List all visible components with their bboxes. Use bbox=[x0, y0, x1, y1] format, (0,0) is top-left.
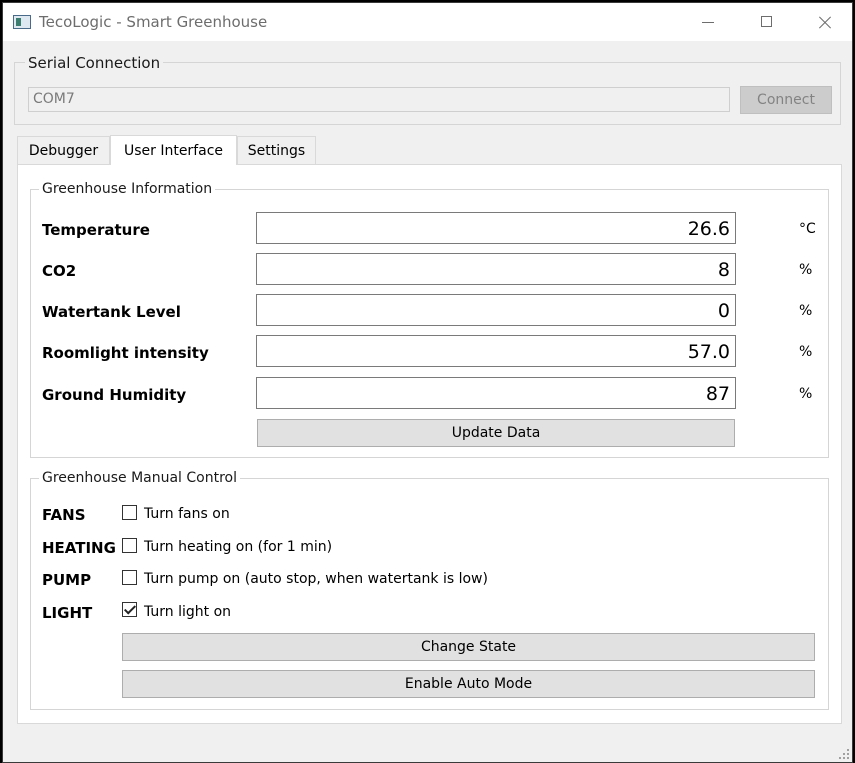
watertank-level-label: Watertank Level bbox=[42, 303, 181, 321]
tab-settings[interactable]: Settings bbox=[237, 136, 316, 164]
enable-auto-mode-button[interactable]: Enable Auto Mode bbox=[122, 670, 815, 698]
control-group-title: Greenhouse Manual Control bbox=[39, 470, 240, 486]
ground-humidity-value[interactable]: 87 bbox=[256, 377, 736, 409]
co2-unit: % bbox=[799, 262, 813, 278]
app-icon bbox=[13, 15, 31, 29]
fans-label: FANS bbox=[42, 506, 86, 524]
minimize-icon bbox=[702, 22, 714, 23]
window-title: TecoLogic - Smart Greenhouse bbox=[39, 13, 268, 31]
tab-debugger[interactable]: Debugger bbox=[17, 136, 110, 164]
watertank-level-unit: % bbox=[799, 303, 813, 319]
serial-group-title: Serial Connection bbox=[25, 54, 164, 72]
temperature-unit: °C bbox=[799, 221, 816, 237]
app-window: TecoLogic - Smart Greenhouse Serial Conn… bbox=[2, 2, 853, 763]
temperature-label: Temperature bbox=[42, 221, 150, 239]
fans-checkbox[interactable] bbox=[122, 505, 137, 520]
roomlight-intensity-value[interactable]: 57.0 bbox=[256, 335, 736, 367]
ground-humidity-unit: % bbox=[799, 386, 813, 402]
light-checkbox-label[interactable]: Turn light on bbox=[144, 604, 231, 620]
close-button[interactable] bbox=[795, 3, 853, 41]
serial-port-field[interactable]: COM7 bbox=[28, 87, 730, 112]
pump-checkbox[interactable] bbox=[122, 570, 137, 585]
info-group-title: Greenhouse Information bbox=[39, 181, 216, 197]
temperature-value[interactable]: 26.6 bbox=[256, 212, 736, 244]
tab-user-interface[interactable]: User Interface bbox=[110, 135, 237, 165]
update-data-button[interactable]: Update Data bbox=[257, 419, 735, 447]
serial-connection-group: Serial Connection COM7 Connect bbox=[14, 54, 841, 125]
watertank-level-value[interactable]: 0 bbox=[256, 294, 736, 326]
roomlight-intensity-unit: % bbox=[799, 344, 813, 360]
resize-grip-icon[interactable] bbox=[839, 749, 849, 759]
greenhouse-manual-control-group: Greenhouse Manual Control FANS Turn fans… bbox=[30, 470, 829, 710]
fans-checkbox-label[interactable]: Turn fans on bbox=[144, 506, 230, 522]
minimize-button[interactable] bbox=[679, 3, 737, 41]
roomlight-intensity-label: Roomlight intensity bbox=[42, 344, 209, 362]
light-label: LIGHT bbox=[42, 604, 93, 622]
heating-checkbox[interactable] bbox=[122, 538, 137, 553]
maximize-button[interactable] bbox=[737, 3, 795, 41]
heating-label: HEATING bbox=[42, 539, 116, 557]
connect-button[interactable]: Connect bbox=[740, 86, 832, 114]
light-checkbox[interactable] bbox=[122, 602, 137, 617]
pump-checkbox-label[interactable]: Turn pump on (auto stop, when watertank … bbox=[144, 571, 488, 587]
title-bar[interactable]: TecoLogic - Smart Greenhouse bbox=[3, 3, 852, 41]
pump-label: PUMP bbox=[42, 571, 92, 589]
co2-value[interactable]: 8 bbox=[256, 253, 736, 285]
user-interface-panel: Greenhouse Information Temperature 26.6 … bbox=[17, 164, 842, 724]
change-state-button[interactable]: Change State bbox=[122, 633, 815, 661]
greenhouse-information-group: Greenhouse Information Temperature 26.6 … bbox=[30, 181, 829, 458]
maximize-icon bbox=[761, 16, 772, 27]
ground-humidity-label: Ground Humidity bbox=[42, 386, 187, 404]
co2-label: CO2 bbox=[42, 262, 77, 280]
heating-checkbox-label[interactable]: Turn heating on (for 1 min) bbox=[144, 539, 332, 555]
